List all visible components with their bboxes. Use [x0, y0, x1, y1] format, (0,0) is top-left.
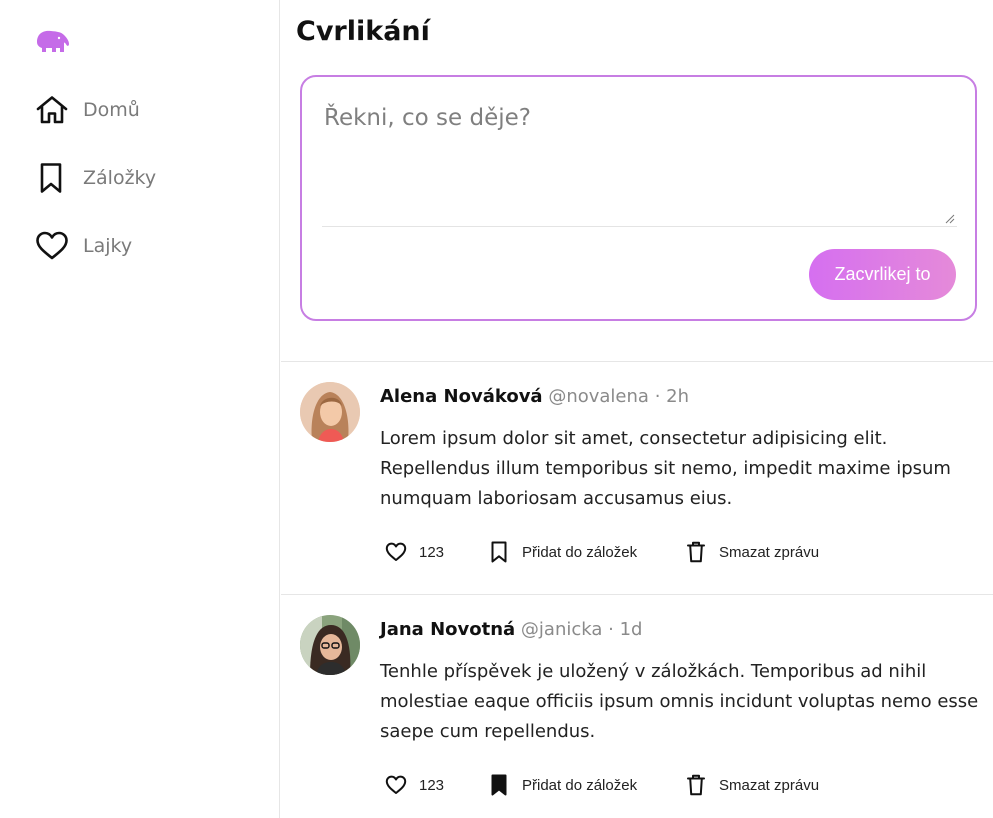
separator: ·: [608, 619, 614, 640]
trash-icon: [683, 773, 709, 797]
like-count: 123: [419, 776, 445, 794]
delete-button[interactable]: Smazat zprávu: [683, 773, 819, 797]
author-name[interactable]: Jana Novotná: [380, 619, 515, 640]
post: Alena Nováková @novalena · 2h Lorem ipsu…: [281, 362, 993, 594]
bookmark-icon: [35, 162, 71, 194]
post-actions: 123 Přidat do záložek Smazat zprávu: [380, 540, 900, 564]
post: Jana Novotná @janicka · 1d Tenhle příspě…: [281, 595, 993, 818]
like-count: 123: [419, 543, 445, 561]
post-time: 1d: [619, 619, 643, 640]
post-composer: Zacvrlikej to: [300, 75, 977, 321]
post-time: 2h: [666, 386, 690, 407]
bookmark-button[interactable]: Přidat do záložek: [486, 540, 637, 564]
separator: ·: [654, 386, 661, 407]
sidebar-item-home[interactable]: Domů: [35, 94, 140, 126]
delete-label: Smazat zprávu: [719, 776, 820, 794]
home-icon: [35, 94, 71, 126]
post-header: Jana Novotná @janicka · 1d: [380, 619, 642, 640]
heart-icon: [35, 230, 71, 262]
bookmark-label: Přidat do záložek: [522, 543, 638, 561]
bookmark-label: Přidat do záložek: [522, 776, 638, 794]
post-text: Lorem ipsum dolor sit amet, consectetur …: [380, 428, 951, 509]
like-button[interactable]: 123: [383, 540, 444, 564]
trash-icon: [683, 540, 709, 564]
author-handle[interactable]: @novalena: [548, 386, 649, 407]
avatar[interactable]: [300, 382, 360, 442]
sidebar: Domů Záložky Lajky: [0, 0, 280, 818]
post-text: Tenhle příspěvek je uložený v záložkách.…: [380, 661, 979, 742]
resize-grip-icon[interactable]: [945, 214, 955, 224]
bookmark-button[interactable]: Přidat do záložek: [486, 773, 637, 797]
post-actions: 123 Přidat do záložek Smazat zprávu: [380, 773, 900, 797]
avatar[interactable]: [300, 615, 360, 675]
sidebar-item-label: Záložky: [83, 167, 157, 189]
author-handle[interactable]: @janicka: [521, 619, 602, 640]
bookmark-icon: [486, 540, 512, 564]
heart-icon: [383, 773, 409, 797]
bookmark-filled-icon: [486, 773, 512, 797]
elephant-logo-icon[interactable]: [35, 28, 71, 58]
submit-post-button[interactable]: Zacvrlikej to: [809, 249, 956, 300]
page-title: Cvrlikání: [296, 16, 430, 47]
sidebar-item-label: Domů: [83, 99, 140, 121]
like-button[interactable]: 123: [383, 773, 444, 797]
sidebar-item-label: Lajky: [83, 235, 133, 257]
post-header: Alena Nováková @novalena · 2h: [380, 386, 689, 407]
main-feed: Cvrlikání Zacvrlikej to Alena Nováková @…: [281, 0, 993, 818]
sidebar-item-likes[interactable]: Lajky: [35, 230, 132, 262]
post-input[interactable]: [322, 89, 957, 227]
sidebar-item-bookmarks[interactable]: Záložky: [35, 162, 156, 194]
author-name[interactable]: Alena Nováková: [380, 386, 543, 407]
heart-icon: [383, 540, 409, 564]
delete-label: Smazat zprávu: [719, 543, 820, 561]
delete-button[interactable]: Smazat zprávu: [683, 540, 819, 564]
